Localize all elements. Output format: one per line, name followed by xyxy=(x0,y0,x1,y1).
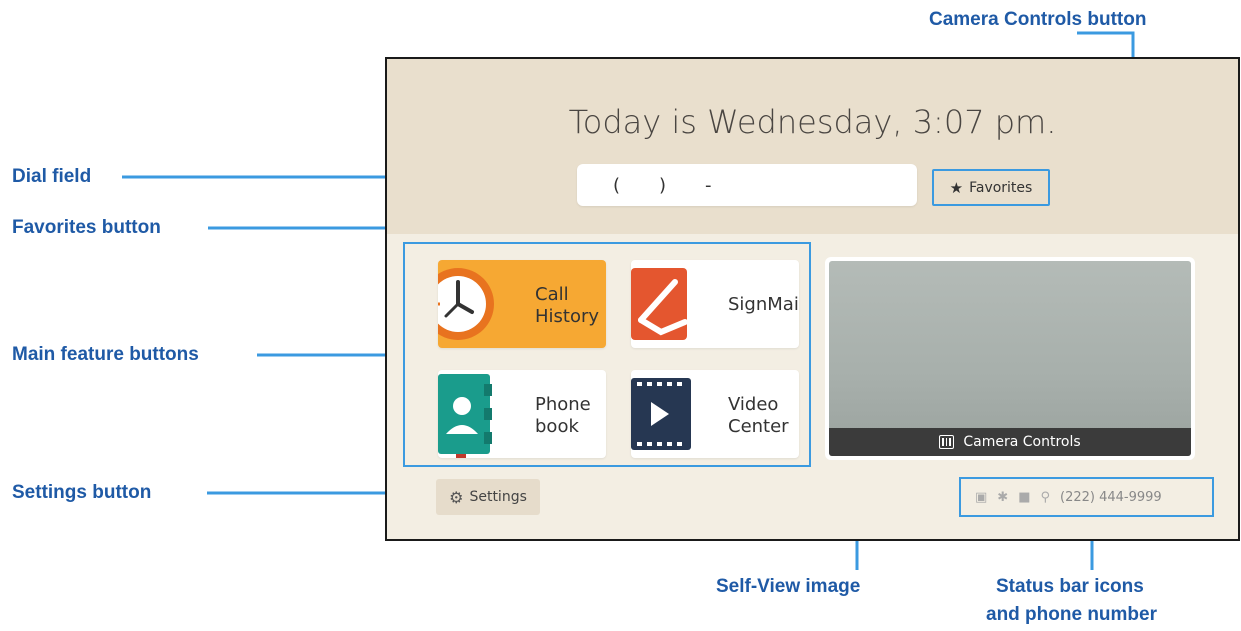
callout-dial-field: Dial field xyxy=(12,166,92,187)
signmail-label: SignMail xyxy=(728,294,799,315)
clock-icon xyxy=(438,268,494,340)
sliders-icon xyxy=(939,435,955,449)
dial-close-paren: ) xyxy=(659,175,667,196)
main-feature-buttons: Call History SignMail Phone book Video C… xyxy=(403,242,811,467)
signmail-icon xyxy=(631,268,688,340)
callout-settings-button: Settings button xyxy=(12,482,152,503)
camera-controls-label: Camera Controls xyxy=(963,434,1081,450)
message-icon: ▣ xyxy=(975,489,988,505)
phonebook-button[interactable]: Phone book xyxy=(438,370,606,458)
home-screen: Today is Wednesday, 3:07 pm. ( ) - ★ Fav… xyxy=(385,57,1240,541)
dial-open-paren: ( xyxy=(613,175,621,196)
settings-label: Settings xyxy=(469,489,527,505)
bluetooth-icon: ✱ xyxy=(997,489,1009,505)
phone-number: (222) 444-9999 xyxy=(1060,489,1162,505)
favorites-label: Favorites xyxy=(969,179,1033,196)
star-icon: ★ xyxy=(949,178,964,197)
video-center-label: Video Center xyxy=(728,394,789,437)
callout-main-feature-buttons: Main feature buttons xyxy=(12,344,199,365)
microphone-icon: ⚲ xyxy=(1040,489,1051,505)
call-history-button[interactable]: Call History xyxy=(438,260,606,348)
callout-camera-controls-button: Camera Controls button xyxy=(929,9,1147,30)
dial-dash: - xyxy=(705,175,712,196)
phonebook-icon xyxy=(438,374,492,458)
greeting-text: Today is Wednesday, 3:07 pm. xyxy=(568,103,1057,141)
self-view-panel: Camera Controls xyxy=(825,257,1195,460)
video-center-button[interactable]: Video Center xyxy=(631,370,799,458)
settings-button[interactable]: ⚙ Settings xyxy=(436,479,540,515)
video-camera-icon: ■ xyxy=(1018,489,1031,505)
header-area: Today is Wednesday, 3:07 pm. ( ) - ★ Fav… xyxy=(387,59,1238,234)
film-icon xyxy=(631,378,691,450)
self-view-image: Camera Controls xyxy=(829,261,1191,456)
callout-status-bar-line2: and phone number xyxy=(986,604,1157,625)
signmail-button[interactable]: SignMail xyxy=(631,260,799,348)
callout-status-bar-line1: Status bar icons xyxy=(996,576,1144,597)
gear-icon: ⚙ xyxy=(449,487,464,507)
callout-favorites-button: Favorites button xyxy=(12,217,161,238)
dial-field[interactable]: ( ) - xyxy=(577,164,917,206)
favorites-button[interactable]: ★ Favorites xyxy=(932,169,1050,206)
callout-self-view-image: Self-View image xyxy=(716,576,861,597)
status-bar: ▣ ✱ ■ ⚲ (222) 444-9999 xyxy=(959,477,1214,517)
phonebook-label: Phone book xyxy=(535,394,591,437)
camera-controls-button[interactable]: Camera Controls xyxy=(829,428,1191,456)
call-history-label: Call History xyxy=(535,284,600,327)
